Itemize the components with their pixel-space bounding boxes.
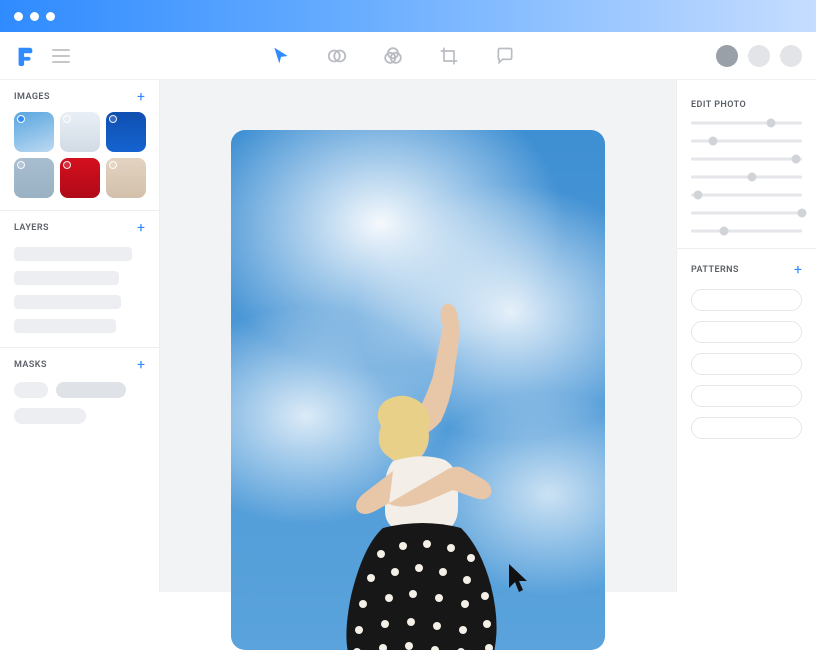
window-dot-min[interactable] <box>30 12 39 21</box>
pattern-slot[interactable] <box>691 385 802 407</box>
select-indicator-icon <box>109 161 117 169</box>
overlap-icon[interactable] <box>382 45 404 67</box>
avatar-2[interactable] <box>748 45 770 67</box>
slider-handle[interactable] <box>766 119 775 128</box>
right-sidebar: EDIT PHOTO PATTERNS + <box>676 80 816 592</box>
add-pattern-button[interactable]: + <box>794 263 802 277</box>
slider-track <box>691 176 802 179</box>
cursor-icon[interactable] <box>270 45 292 67</box>
slider-6[interactable] <box>691 210 802 216</box>
layer-item[interactable] <box>14 319 116 333</box>
left-sidebar: IMAGES + LAYERS + <box>0 80 160 592</box>
slider-handle[interactable] <box>748 173 757 182</box>
pattern-slot[interactable] <box>691 353 802 375</box>
avatar-group <box>716 45 802 67</box>
avatar-1[interactable] <box>716 45 738 67</box>
add-image-button[interactable]: + <box>137 90 145 104</box>
photo-subject <box>293 296 543 650</box>
thumb-1[interactable] <box>14 112 54 152</box>
layer-item[interactable] <box>14 271 119 285</box>
patterns-list <box>677 287 816 439</box>
chat-icon[interactable] <box>494 45 516 67</box>
slider-7[interactable] <box>691 228 802 234</box>
title-bar <box>0 0 816 32</box>
thumb-6[interactable] <box>106 158 146 198</box>
masks-panel-head: MASKS + <box>0 348 159 380</box>
slider-handle[interactable] <box>693 191 702 200</box>
layer-item[interactable] <box>14 295 121 309</box>
select-indicator-icon <box>17 115 25 123</box>
select-indicator-icon <box>109 115 117 123</box>
app-window: IMAGES + LAYERS + <box>0 0 816 592</box>
thumb-2[interactable] <box>60 112 100 152</box>
slider-5[interactable] <box>691 192 802 198</box>
canvas-area[interactable] <box>160 80 676 592</box>
app-logo-icon <box>14 45 36 67</box>
layer-item[interactable] <box>14 247 132 261</box>
patterns-panel-head: PATTERNS + <box>677 249 816 287</box>
slider-3[interactable] <box>691 156 802 162</box>
slider-handle[interactable] <box>798 209 807 218</box>
content-area: IMAGES + LAYERS + <box>0 80 816 592</box>
masks-row-2 <box>0 406 159 432</box>
canvas-cursor-icon <box>506 562 532 594</box>
select-indicator-icon <box>17 161 25 169</box>
avatar-3[interactable] <box>780 45 802 67</box>
mask-item[interactable] <box>14 382 48 398</box>
layers-panel-head: LAYERS + <box>0 211 159 243</box>
pattern-slot[interactable] <box>691 289 802 311</box>
layers-list <box>0 243 159 347</box>
menu-icon[interactable] <box>52 49 70 63</box>
slider-handle[interactable] <box>709 137 718 146</box>
slider-4[interactable] <box>691 174 802 180</box>
main-photo[interactable] <box>231 130 605 650</box>
images-panel-head: IMAGES + <box>0 80 159 112</box>
mask-item[interactable] <box>14 408 86 424</box>
pattern-slot[interactable] <box>691 417 802 439</box>
slider-track <box>691 194 802 197</box>
edit-panel-head: EDIT PHOTO <box>677 86 816 120</box>
slider-track <box>691 230 802 233</box>
masks-row-1 <box>0 380 159 406</box>
select-indicator-icon <box>63 161 71 169</box>
pattern-slot[interactable] <box>691 321 802 343</box>
window-dot-close[interactable] <box>14 12 23 21</box>
slider-handle[interactable] <box>792 155 801 164</box>
blend-icon[interactable] <box>326 45 348 67</box>
top-toolbar <box>0 32 816 80</box>
thumb-3[interactable] <box>106 112 146 152</box>
slider-2[interactable] <box>691 138 802 144</box>
slider-track <box>691 122 802 125</box>
slider-track <box>691 212 802 215</box>
window-dot-max[interactable] <box>46 12 55 21</box>
slider-1[interactable] <box>691 120 802 126</box>
layers-title: LAYERS <box>14 223 49 233</box>
patterns-title: PATTERNS <box>691 265 739 275</box>
sliders-group <box>677 120 816 248</box>
slider-handle[interactable] <box>720 227 729 236</box>
select-indicator-icon <box>63 115 71 123</box>
mask-item[interactable] <box>56 382 126 398</box>
image-grid <box>0 112 159 210</box>
edit-photo-title: EDIT PHOTO <box>691 100 746 110</box>
images-title: IMAGES <box>14 92 50 102</box>
slider-track <box>691 140 802 143</box>
add-mask-button[interactable]: + <box>137 358 145 372</box>
tool-icons-group <box>70 45 716 67</box>
crop-icon[interactable] <box>438 45 460 67</box>
masks-title: MASKS <box>14 360 47 370</box>
thumb-5[interactable] <box>60 158 100 198</box>
add-layer-button[interactable]: + <box>137 221 145 235</box>
slider-track <box>691 158 802 161</box>
thumb-4[interactable] <box>14 158 54 198</box>
